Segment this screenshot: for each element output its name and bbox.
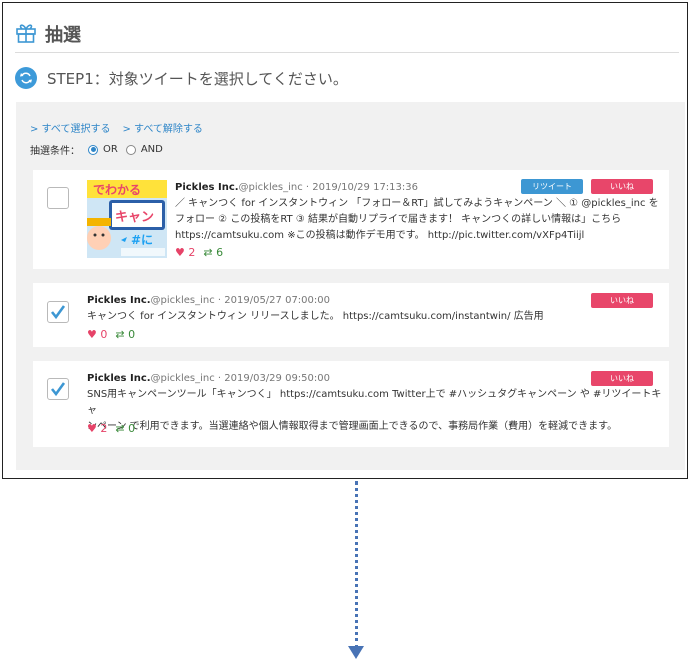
retweet-value: 0 bbox=[128, 422, 136, 435]
selection-links: > すべて選択する > すべて解除する bbox=[30, 120, 203, 135]
tweet-stats: ♥ 0 ⇄ 0 bbox=[87, 328, 135, 341]
like-count: ♥ 2 bbox=[87, 422, 107, 435]
tweet-handle: @pickles_inc bbox=[150, 295, 215, 306]
like-value: 0 bbox=[100, 328, 108, 341]
like-button[interactable]: いいね bbox=[591, 293, 653, 308]
retweet-count: ⇄ 0 bbox=[115, 422, 135, 435]
condition-row: 抽選条件： OR AND bbox=[30, 142, 163, 157]
retweet-count: ⇄ 0 bbox=[115, 328, 135, 341]
tweet-meta: Pickles Inc.@pickles_inc · 2019/10/29 17… bbox=[175, 182, 418, 193]
tweet-datetime: 2019/03/29 09:50:00 bbox=[224, 373, 330, 384]
tweet-line: キャンつく for インスタントウィン リリースしました。 https://ca… bbox=[87, 311, 544, 322]
page-title: 抽選 bbox=[45, 25, 81, 46]
tweet-checkbox[interactable] bbox=[47, 187, 69, 209]
tweet-body: ／ キャンつく for インスタントウィン 「フォロー＆RT」試してみようキャン… bbox=[175, 196, 659, 244]
retweet-icon: ⇄ bbox=[115, 422, 125, 435]
tweet-stats: ♥ 2 ⇄ 0 bbox=[87, 422, 135, 435]
thumb-text-tag: #に bbox=[131, 233, 153, 247]
tweet-author: Pickles Inc. bbox=[175, 182, 239, 193]
like-count: ♥ 0 bbox=[87, 328, 107, 341]
tweet-author: Pickles Inc. bbox=[87, 373, 151, 384]
page-header: 抽選 bbox=[15, 19, 81, 49]
tweet-line: ／ キャンつく for インスタントウィン 「フォロー＆RT」試してみようキャン… bbox=[175, 198, 659, 209]
tweet-handle: @pickles_inc bbox=[238, 182, 303, 193]
tweet-datetime: 2019/05/27 07:00:00 bbox=[224, 295, 330, 306]
tweet-checkbox[interactable] bbox=[47, 301, 69, 323]
tweet-line: SNS用キャンペーンツール「キャンつく」 https://camtsuku.co… bbox=[87, 389, 662, 416]
check-icon bbox=[50, 382, 66, 397]
retweet-value: 0 bbox=[128, 328, 136, 341]
tweet-meta: Pickles Inc.@pickles_inc · 2019/03/29 09… bbox=[87, 373, 330, 384]
heart-icon: ♥ bbox=[87, 328, 97, 341]
lottery-window: 抽選 STEP1：対象ツイートを選択してください。 > すべて選択する > すべ… bbox=[2, 2, 688, 479]
condition-label: 抽選条件： bbox=[30, 146, 80, 157]
thumb-text-mid: キャン bbox=[115, 210, 154, 225]
and-radio[interactable] bbox=[125, 144, 136, 155]
retweet-count: ⇄ 6 bbox=[203, 246, 223, 259]
like-button[interactable]: いいね bbox=[591, 371, 653, 386]
tweet-handle: @pickles_inc bbox=[150, 373, 215, 384]
tweet-thumbnail: でわかる キャン #に bbox=[87, 180, 167, 258]
or-radio[interactable] bbox=[88, 144, 98, 155]
tweet-author: Pickles Inc. bbox=[87, 295, 151, 306]
select-all-link[interactable]: > すべて選択する bbox=[30, 120, 110, 135]
flow-arrow-line bbox=[355, 481, 358, 649]
check-icon bbox=[50, 305, 66, 320]
tweet-card: Pickles Inc.@pickles_inc · 2019/05/27 07… bbox=[33, 283, 669, 347]
tweet-datetime: 2019/10/29 17:13:36 bbox=[312, 182, 418, 193]
refresh-icon bbox=[15, 67, 37, 89]
step-text: STEP1：対象ツイートを選択してください。 bbox=[47, 69, 348, 88]
step-heading: STEP1：対象ツイートを選択してください。 bbox=[15, 67, 348, 89]
retweet-icon: ⇄ bbox=[203, 246, 213, 259]
tweet-card: Pickles Inc.@pickles_inc · 2019/03/29 09… bbox=[33, 361, 669, 447]
tweet-panel: > すべて選択する > すべて解除する 抽選条件： OR AND でわかる キャ… bbox=[16, 102, 685, 470]
heart-icon: ♥ bbox=[175, 246, 185, 259]
tweet-meta: Pickles Inc.@pickles_inc · 2019/05/27 07… bbox=[87, 295, 330, 306]
heart-icon: ♥ bbox=[87, 422, 97, 435]
retweet-button[interactable]: リツイート bbox=[521, 179, 583, 194]
tweet-line: https://camtsuku.com ※この投稿は動作デモ用です。 http… bbox=[175, 230, 585, 241]
like-button[interactable]: いいね bbox=[591, 179, 653, 194]
like-value: 2 bbox=[188, 246, 196, 259]
title-divider bbox=[15, 52, 679, 53]
deselect-all-link[interactable]: > すべて解除する bbox=[122, 120, 202, 135]
tweet-checkbox[interactable] bbox=[47, 378, 69, 400]
tweet-body: SNS用キャンペーンツール「キャンつく」 https://camtsuku.co… bbox=[87, 387, 669, 435]
tweet-stats: ♥ 2 ⇄ 6 bbox=[175, 246, 223, 259]
like-value: 2 bbox=[100, 422, 108, 435]
arrow-down-icon bbox=[348, 646, 364, 659]
retweet-icon: ⇄ bbox=[115, 328, 125, 341]
gift-icon bbox=[15, 21, 37, 47]
tweet-body: キャンつく for インスタントウィン リリースしました。 https://ca… bbox=[87, 309, 544, 325]
thumb-text-top: でわかる bbox=[93, 183, 141, 197]
retweet-value: 6 bbox=[216, 246, 224, 259]
tweet-line: ンペーン で利用できます。当選連絡や個人情報取得まで管理画面上できるので、事務局… bbox=[87, 421, 618, 432]
or-label: OR bbox=[103, 144, 118, 155]
tweet-line: フォロー ② この投稿をRT ③ 結果が自動リプライで届きます！ キャンつくの詳… bbox=[175, 214, 622, 225]
and-label: AND bbox=[140, 144, 163, 155]
tweet-card: でわかる キャン #に Pickles Inc.@pickles_inc · 2… bbox=[33, 170, 669, 269]
like-count: ♥ 2 bbox=[175, 246, 195, 259]
